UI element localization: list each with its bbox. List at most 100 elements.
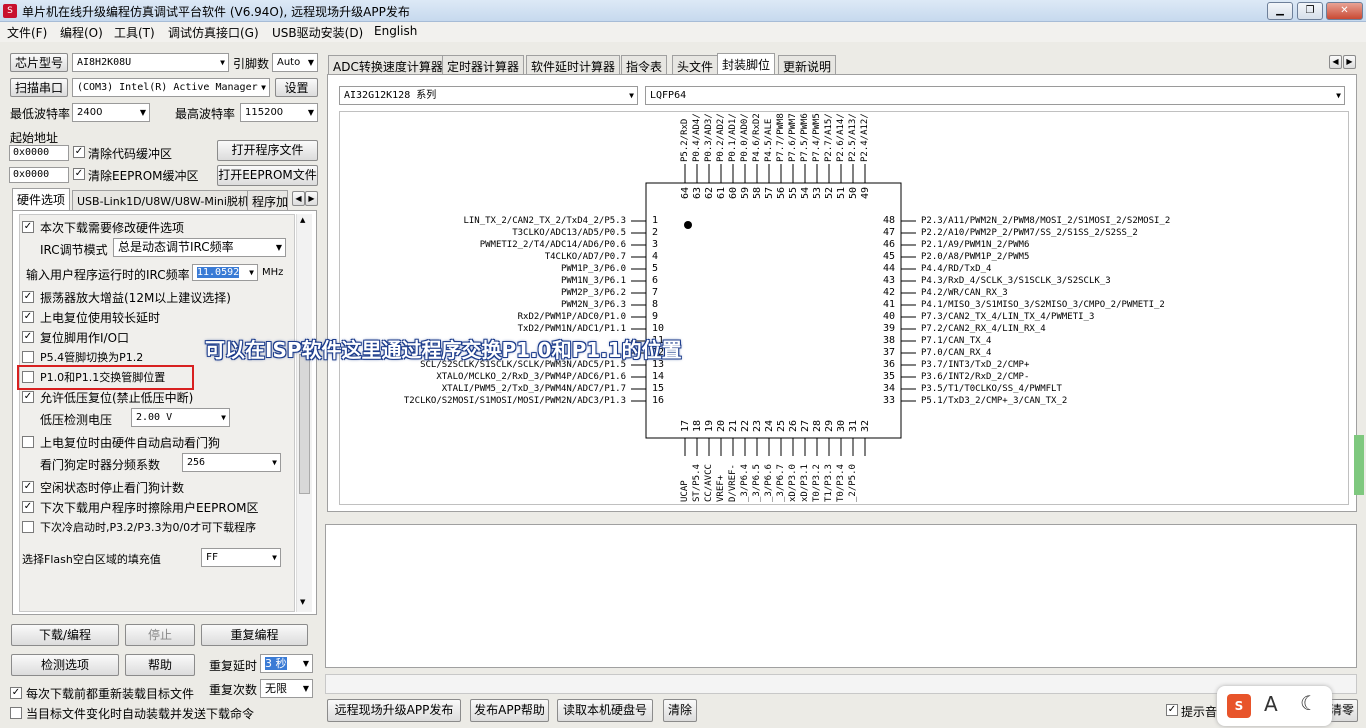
- pin-number: 20: [716, 420, 727, 433]
- pin-number: 54: [800, 187, 811, 200]
- pin-number: 7: [652, 287, 659, 298]
- pin-label-right: P2.2/A10/PWM2P_2/PWM7/SS_2/S1SS_2/S2SS_2: [921, 228, 1138, 238]
- pin-number: 44: [883, 263, 896, 274]
- pin-label-left: T3CLKO/ADC13/AD5/P0.5: [512, 228, 626, 238]
- pin-number: 23: [752, 420, 763, 433]
- pin-number: 55: [788, 187, 799, 200]
- pin-label-bottom: _3/P6.5: [752, 464, 762, 502]
- pin-label-left: PWM1N_3/P6.1: [560, 276, 626, 286]
- pin-number: 30: [836, 420, 847, 433]
- pin-number: 39: [883, 323, 896, 334]
- pin-label-left: XTALI/PWM5_2/TxD_3/PWM4N/ADC7/P1.7: [441, 384, 626, 394]
- chip-body: [645, 182, 902, 439]
- pin-label-top: P4.6/RxD2: [752, 113, 762, 162]
- pin-number: 19: [704, 420, 715, 433]
- pin-label-right: P4.4/RD/TxD_4: [921, 264, 992, 274]
- pin-label-bottom: xD/P3.1: [800, 464, 810, 502]
- pin-label-right: P2.0/A8/PWM1P_2/PWM5: [921, 252, 1030, 262]
- pin-label-left: T2CLKO/S2MOSI/S1MOSI/MOSI/PWM2N/ADC3/P1.…: [403, 396, 626, 406]
- pin-label-bottom: _3/P6.7: [776, 464, 786, 502]
- pin1-marker: [684, 221, 692, 229]
- pin-label-bottom: CC/AVCC: [704, 464, 714, 502]
- pin-number: 17: [680, 420, 691, 433]
- pin-label-top: P2.7/A15/: [824, 113, 834, 162]
- pin-label-top: P2.5/A13/: [848, 113, 858, 162]
- pin-number: 2: [652, 227, 659, 238]
- annotation-text: 可以在ISP软件这里通过程序交换P1.0和P1.1的位置: [205, 338, 682, 362]
- pin-number: 34: [883, 383, 896, 394]
- font-a-icon[interactable]: A: [1264, 692, 1278, 716]
- pin-number: 60: [728, 187, 739, 200]
- pin-label-top: P0.1/AD1/: [728, 113, 738, 162]
- pin-number: 32: [860, 420, 871, 433]
- pin-label-right: P3.6/INT2/RxD_2/CMP-: [921, 372, 1030, 382]
- clear-button[interactable]: 清除: [663, 699, 697, 722]
- pin-number: 50: [848, 187, 859, 200]
- remote-upgrade-button[interactable]: 远程现场升级APP发布: [327, 699, 461, 722]
- pin-label-right: P4.1/MISO_3/S1MISO_3/S2MISO_3/CMPO_2/PWM…: [921, 300, 1165, 310]
- pin-number: 51: [836, 187, 847, 200]
- pin-number: 6: [652, 275, 659, 286]
- pin-number: 62: [704, 187, 715, 200]
- pin-label-bottom: T1/P3.3: [824, 464, 834, 502]
- pin-number: 49: [860, 187, 871, 200]
- pin-label-left: PWM2N_3/P6.3: [560, 300, 626, 310]
- pin-number: 25: [776, 420, 787, 433]
- floating-toolbar: S A ☾: [1217, 686, 1332, 726]
- pin-number: 27: [800, 420, 811, 433]
- pin-number: 61: [716, 187, 727, 200]
- moon-icon[interactable]: ☾: [1300, 691, 1318, 715]
- pin-label-bottom: T0/P3.4: [836, 464, 846, 502]
- pin-number: 4: [652, 251, 659, 262]
- pin-number: 36: [883, 359, 896, 370]
- prompt-sound-checkbox[interactable]: ✓: [1166, 704, 1178, 716]
- pin-number: 57: [764, 187, 775, 200]
- pin-number: 24: [764, 420, 775, 433]
- pin-label-top: P2.4/A12/: [860, 113, 870, 162]
- pin-label-bottom: VREF+: [716, 474, 726, 502]
- pin-label-right: P3.5/T1/T0CLKO/SS_4/PWMFLT: [921, 384, 1062, 394]
- pin-label-right: P7.0/CAN_RX_4: [921, 348, 992, 358]
- publish-app-help-button[interactable]: 发布APP帮助: [470, 699, 549, 722]
- pin-number: 31: [848, 420, 859, 433]
- pin-label-right: P2.3/A11/PWM2N_2/PWM8/MOSI_2/S1MOSI_2/S2…: [921, 216, 1171, 226]
- pin-label-right: P4.3/RxD_4/SCLK_3/S1SCLK_3/S2SCLK_3: [921, 276, 1111, 286]
- pin-number: 45: [883, 251, 896, 262]
- pin-number: 42: [883, 287, 896, 298]
- pin-label-bottom: xD/P3.0: [788, 464, 798, 502]
- pin-label-bottom: T0/P3.2: [812, 464, 822, 502]
- side-progress-indicator: [1354, 435, 1364, 495]
- sogou-s-icon[interactable]: S: [1227, 694, 1251, 718]
- pin-number: 38: [883, 335, 896, 346]
- pin-number: 37: [883, 347, 896, 358]
- pin-label-top: P0.3/AD3/: [704, 113, 714, 162]
- pin-number: 5: [652, 263, 659, 274]
- status-bar: [325, 674, 1357, 694]
- pin-label-left: RxD2/PWM1P/ADC0/P1.0: [517, 312, 626, 322]
- pin-number: 58: [752, 187, 763, 200]
- pin-number: 40: [883, 311, 896, 322]
- pin-number: 1: [652, 215, 659, 226]
- pin-number: 28: [812, 420, 823, 433]
- pin-number: 3: [652, 239, 659, 250]
- pin-label-left: PWM1P_3/P6.0: [560, 264, 626, 274]
- log-area[interactable]: [325, 524, 1357, 668]
- pin-label-right: P3.7/INT3/TxD_2/CMP+: [921, 360, 1030, 370]
- pin-label-top: P0.4/AD4/: [692, 113, 702, 162]
- pin-number: 16: [652, 395, 665, 406]
- pin-number: 59: [740, 187, 751, 200]
- read-disk-id-button[interactable]: 读取本机硬盘号: [557, 699, 653, 722]
- pin-number: 15: [652, 383, 665, 394]
- pin-number: 56: [776, 187, 787, 200]
- pin-label-right: P4.2/WR/CAN_RX_3: [921, 288, 1008, 298]
- pin-label-bottom: _2/P5.0: [848, 464, 858, 502]
- pin-label-left: PWMETI2_2/T4/ADC14/AD6/P0.6: [479, 240, 626, 250]
- pin-number: 48: [883, 215, 896, 226]
- prompt-sound-label: 提示音: [1181, 705, 1218, 719]
- pin-label-right: P5.1/TxD3_2/CMP+_3/CAN_TX_2: [921, 396, 1068, 406]
- pin-number: 43: [883, 275, 896, 286]
- pin-number: 33: [883, 395, 896, 406]
- pin-number: 64: [680, 187, 691, 200]
- pin-number: 53: [812, 187, 823, 200]
- pin-label-left: TxD2/PWM1N/ADC1/P1.1: [517, 324, 626, 334]
